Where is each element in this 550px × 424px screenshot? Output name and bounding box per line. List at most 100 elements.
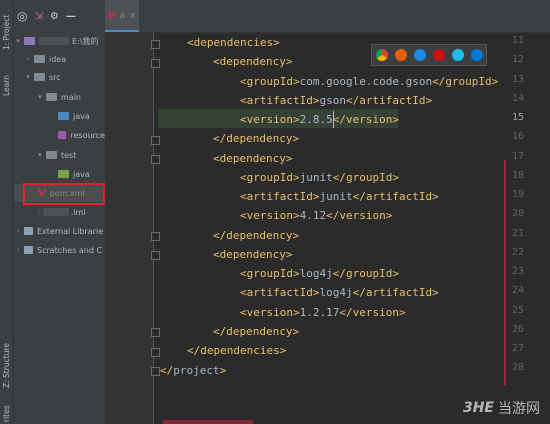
tree-item-idea[interactable]: › idea — [14, 50, 105, 68]
watermark-logo-icon: 3HE — [462, 400, 494, 416]
project-tool-label: 1: Project — [2, 14, 11, 50]
editor-tab[interactable]: V a × — [105, 0, 139, 32]
tree-item-main[interactable]: ▾ main — [14, 88, 105, 106]
horizontal-scrollbar[interactable] — [163, 420, 253, 424]
fold-marker[interactable] — [151, 59, 160, 68]
project-panel: ◎ ⇲ ⚙ — ▾ E:\我的 › idea ▾ src ▾ main java… — [14, 0, 105, 424]
line-number: 27 — [511, 343, 524, 354]
tree-item-scratches[interactable]: › Scratches and C — [14, 241, 105, 259]
open-in-browser-popup — [371, 44, 487, 66]
root-path: E:\我的 — [72, 36, 99, 46]
tree-item-resources[interactable]: resource — [14, 126, 105, 144]
code-line[interactable]: </dependency> — [213, 226, 299, 245]
tree-item-src[interactable]: ▾ src — [14, 68, 105, 86]
tree-item-label: .iml — [70, 207, 86, 217]
code-line[interactable]: <groupId>junit</groupId> — [240, 168, 399, 187]
tree-item-external-libraries[interactable]: › External Librarie — [14, 222, 105, 240]
structure-tool-tab[interactable]: Z: Structure — [0, 338, 13, 388]
line-number: 26 — [511, 324, 524, 335]
learn-tool-tab[interactable]: Learn — [0, 72, 13, 96]
tree-item-java[interactable]: java — [14, 107, 105, 125]
text-caret — [333, 111, 334, 128]
edge-icon[interactable] — [470, 49, 483, 61]
watermark: 3HE 当游网 — [463, 398, 540, 418]
opera-icon[interactable] — [432, 49, 445, 61]
root-name-redacted — [39, 37, 69, 45]
code-line[interactable]: <groupId>com.google.code.gson</groupId> — [240, 72, 498, 91]
code-line[interactable]: <version>1.2.17</version> — [240, 303, 406, 322]
code-line[interactable]: <dependency> — [213, 245, 292, 264]
chevron-down-icon[interactable]: ▾ — [36, 93, 44, 101]
fold-marker[interactable] — [151, 232, 160, 241]
tree-item-iml[interactable]: ⫶ .iml — [14, 203, 105, 221]
chevron-down-icon[interactable]: ▾ — [36, 151, 44, 159]
tree-item-label: idea — [49, 54, 67, 64]
chevron-right-icon[interactable]: › — [14, 246, 22, 254]
code-line[interactable]: <groupId>log4j</groupId> — [240, 264, 399, 283]
code-line[interactable]: </dependency> — [213, 129, 299, 148]
project-tool-tab[interactable]: 1: Project — [0, 4, 13, 50]
code-line[interactable]: <dependency> — [213, 149, 292, 168]
chrome-icon[interactable] — [375, 49, 388, 61]
settings-icon[interactable]: ⚙ — [50, 11, 59, 22]
close-icon[interactable]: × — [129, 11, 137, 21]
code-line[interactable]: <version>4.12</version> — [240, 206, 392, 225]
code-line[interactable]: <artifactId>junit</artifactId> — [240, 187, 439, 206]
chevron-right-icon[interactable]: › — [14, 227, 22, 235]
tree-item-label: External Librarie — [37, 226, 104, 236]
fold-marker[interactable] — [151, 155, 160, 164]
test-folder-icon — [58, 170, 69, 178]
editor: V a × 11 12 13 14 15 16 17 18 19 20 21 2… — [105, 0, 550, 424]
line-number: 17 — [511, 151, 524, 162]
maven-icon: V — [107, 10, 116, 22]
tree-item-label: test — [61, 150, 77, 160]
tree-item-label: Scratches and C — [37, 245, 103, 255]
folder-icon — [46, 93, 57, 101]
code-line[interactable]: </dependency> — [213, 322, 299, 341]
line-number: 12 — [511, 54, 524, 65]
tree-root[interactable]: ▾ E:\我的 — [14, 32, 105, 50]
folder-icon — [34, 73, 45, 81]
ie-icon[interactable] — [451, 49, 464, 61]
fold-marker[interactable] — [151, 136, 160, 145]
hide-icon[interactable]: — — [66, 11, 76, 22]
iml-name-redacted — [42, 208, 69, 216]
code-line[interactable]: <artifactId>gson</artifactId> — [240, 91, 432, 110]
fold-marker[interactable] — [151, 367, 160, 376]
chevron-right-icon[interactable]: › — [24, 55, 32, 63]
code-line[interactable]: <artifactId>log4j</artifactId> — [240, 283, 439, 302]
tree-item-label: main — [61, 92, 81, 102]
line-number: 16 — [511, 131, 524, 142]
iml-file-icon: ⫶ — [38, 207, 40, 216]
library-icon — [24, 227, 33, 235]
firefox-icon[interactable] — [394, 49, 407, 61]
line-number: 19 — [511, 189, 524, 200]
collapse-icon[interactable]: ⇲ — [34, 11, 42, 22]
fold-marker[interactable] — [151, 348, 160, 357]
source-folder-icon — [58, 112, 69, 120]
watermark-text: 当游网 — [498, 401, 540, 417]
chevron-down-icon[interactable]: ▾ — [14, 37, 22, 45]
locate-icon[interactable]: ◎ — [17, 9, 27, 23]
chevron-down-icon[interactable]: ▾ — [24, 73, 32, 81]
structure-tool-label: Z: Structure — [2, 343, 11, 388]
resource-folder-icon — [58, 131, 67, 139]
code-line[interactable]: </dependencies> — [187, 341, 286, 360]
fold-marker[interactable] — [151, 251, 160, 260]
fold-marker[interactable] — [151, 40, 160, 49]
code-line[interactable]: <dependency> — [213, 52, 292, 71]
scratches-icon — [24, 246, 33, 254]
tree-item-test-java[interactable]: java — [14, 165, 105, 183]
line-number: 11 — [511, 35, 524, 46]
line-number: 23 — [511, 266, 524, 277]
safari-icon[interactable] — [413, 49, 426, 61]
fold-marker[interactable] — [151, 328, 160, 337]
code-line[interactable]: <dependencies> — [187, 33, 280, 52]
tree-item-label: java — [73, 169, 90, 179]
code-line[interactable]: </project> — [160, 361, 226, 380]
tab-label: a — [119, 11, 125, 21]
code-line-current[interactable]: <version>2.8.5</version> — [240, 110, 399, 129]
favorites-tool-tab[interactable]: rites — [0, 402, 13, 422]
line-number: 14 — [511, 93, 524, 104]
tree-item-test[interactable]: ▾ test — [14, 146, 105, 164]
